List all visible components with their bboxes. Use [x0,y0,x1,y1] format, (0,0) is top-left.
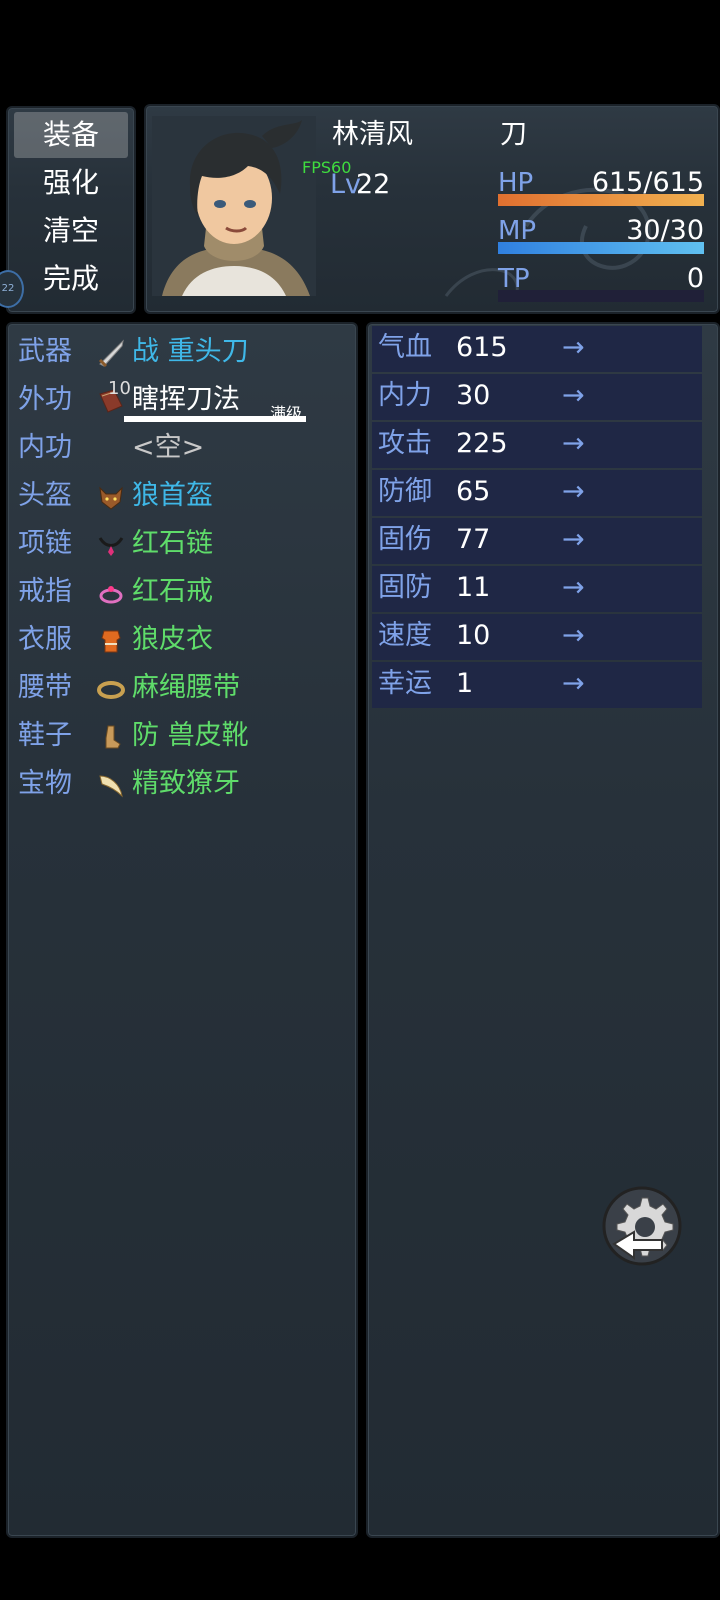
command-done[interactable]: 完成 [14,256,128,302]
skill-level-badge: 10 [108,378,131,399]
command-enhance[interactable]: 强化 [14,160,128,206]
equip-slot-shoes[interactable]: 鞋子 防 兽皮靴 [18,712,348,760]
tp-label: TP [498,264,530,294]
hp-label: HP [498,168,534,198]
mp-label: MP [498,216,537,246]
param-row-hp: 气血 615 → [372,326,702,372]
slot-label: 鞋子 [18,720,72,751]
item-name: 麻绳腰带 [132,672,240,703]
gear-back-icon[interactable] [600,1184,684,1268]
item-name: 狼首盔 [132,480,213,511]
equip-slot-clothes[interactable]: 衣服 狼皮衣 [18,616,348,664]
mp-value: 30/30 [626,215,704,246]
param-row-speed: 速度 10 → [372,614,702,660]
slot-label: 宝物 [18,768,72,799]
armor-icon [101,630,121,653]
boot-icon [105,725,121,749]
item-name: 瞎挥刀法 [132,384,240,415]
sword-icon [98,339,124,368]
wolf-helm-icon [99,486,123,510]
equip-slot-internal-skill[interactable]: 内功 <空> [18,424,348,472]
param-value: 11 [456,572,491,603]
necklace-icon [98,537,124,556]
param-row-luck: 幸运 1 → [372,662,702,708]
hp-value: 615/615 [591,167,704,198]
param-value: 1 [456,668,474,699]
slot-label: 戒指 [18,576,72,607]
slot-label: 外功 [18,384,72,415]
slot-label: 腰带 [18,672,72,703]
arrow-right-icon: → [562,476,585,507]
param-value: 615 [456,332,508,363]
param-name: 攻击 [378,428,432,459]
slot-label: 武器 [18,336,72,367]
item-name: 红石链 [132,528,213,559]
level-value: 22 [356,169,391,200]
param-name: 固防 [378,572,432,603]
param-row-mp: 内力 30 → [372,374,702,420]
equip-slot-belt[interactable]: 腰带 麻绳腰带 [18,664,348,712]
tp-gauge: TP 0 [498,262,706,302]
item-name-empty: <空> [132,432,205,463]
command-window: 装备 强化 清空 完成 [6,106,136,314]
fang-icon [99,775,123,798]
skill-max-level-note: 满级 [270,404,303,423]
item-name: 战 重头刀 [132,336,249,367]
param-name: 速度 [378,620,432,651]
param-value: 225 [456,428,508,459]
arrow-right-icon: → [562,332,585,363]
slot-label: 项链 [18,528,72,559]
slot-label: 头盔 [18,480,72,511]
param-name: 防御 [378,476,432,507]
item-name: 红石戒 [132,576,213,607]
actor-class: 刀 [500,119,527,150]
param-row-defense: 防御 65 → [372,470,702,516]
actor-portrait [152,116,316,296]
param-value: 65 [456,476,491,507]
mp-gauge: MP 30/30 [498,214,706,254]
param-name: 内力 [378,380,432,411]
param-value: 10 [456,620,491,651]
arrow-right-icon: → [562,524,585,555]
arrow-right-icon: → [562,620,585,651]
param-name: 气血 [378,332,432,363]
equip-slot-treasure[interactable]: 宝物 精致獠牙 [18,760,348,808]
arrow-right-icon: → [562,428,585,459]
arrow-right-icon: → [562,572,585,603]
actor-name: 林清风 [332,119,413,150]
hp-gauge: HP 615/615 [498,166,706,206]
equip-slot-ring[interactable]: 戒指 红石戒 [18,568,348,616]
equip-slot-helmet[interactable]: 头盔 狼首盔 [18,472,348,520]
param-value: 30 [456,380,491,411]
equip-slot-weapon[interactable]: 武器 战 重头刀 [18,328,348,376]
param-row-fixed-damage: 固伤 77 → [372,518,702,564]
slot-label: 内功 [18,432,72,463]
parameters-window: 气血 615 → 内力 30 → 攻击 225 → 防御 65 → 固伤 77 … [366,322,720,1538]
status-window: FPS60 林清风 刀 Lv 22 HP 615/615 MP 30/30 TP… [144,104,720,314]
equip-slot-external-skill[interactable]: 外功 10 瞎挥刀法 满级 [18,376,348,424]
command-equip[interactable]: 装备 [14,112,128,158]
item-name: 防 兽皮靴 [132,720,249,751]
param-row-fixed-defense: 固防 11 → [372,566,702,612]
param-row-attack: 攻击 225 → [372,422,702,468]
item-name: 狼皮衣 [132,624,213,655]
slot-label: 衣服 [18,624,72,655]
equip-slot-necklace[interactable]: 项链 红石链 [18,520,348,568]
command-clear[interactable]: 清空 [14,208,128,254]
param-value: 77 [456,524,491,555]
tp-value: 0 [686,263,704,294]
ring-icon [99,586,123,604]
item-name: 精致獠牙 [132,768,240,799]
param-name: 固伤 [378,524,432,555]
belt-icon [97,681,125,699]
equipment-window: 武器 战 重头刀 外功 10 瞎挥刀法 满级 内功 <空> 头盔 狼首盔 项链 [6,322,358,1538]
param-name: 幸运 [378,668,432,699]
arrow-right-icon: → [562,668,585,699]
arrow-right-icon: → [562,380,585,411]
